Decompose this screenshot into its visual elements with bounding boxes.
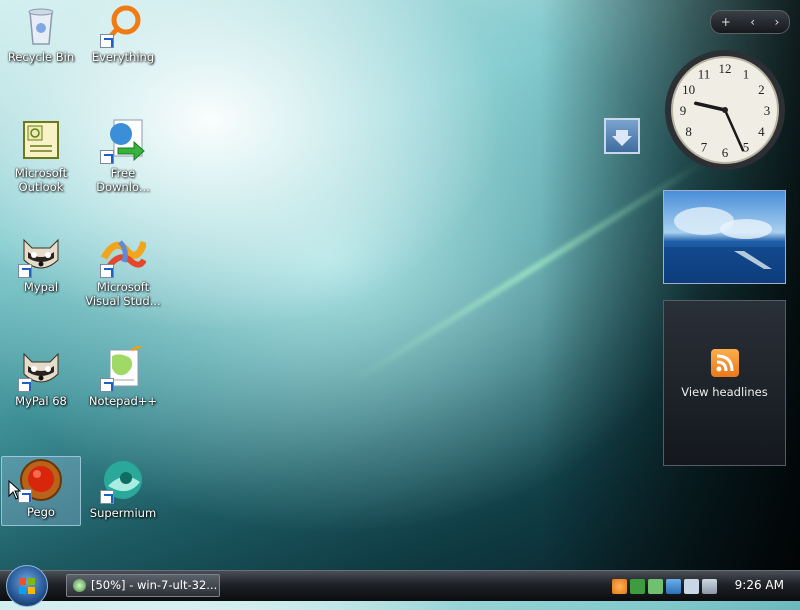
clock-numeral: 12 bbox=[719, 61, 732, 76]
desktop-icon-free-download[interactable]: Free Downlo... bbox=[84, 118, 162, 194]
desktop-icon-notepad-plus-plus[interactable]: Notepad++ bbox=[84, 342, 162, 416]
volume-muted-icon[interactable] bbox=[702, 578, 717, 594]
gadget-toolbar: + ‹ › bbox=[710, 10, 790, 34]
desktop-icon-mypal-68[interactable]: MyPal 68 bbox=[2, 346, 80, 416]
taskbar-window-button[interactable]: [50%] - win-7-ult-32... bbox=[66, 574, 220, 597]
clock-numeral: 10 bbox=[682, 82, 695, 97]
clock-center bbox=[722, 107, 728, 113]
clock-numeral: 7 bbox=[701, 139, 708, 154]
free-download-manager-icon bbox=[100, 118, 146, 164]
notepad-plus-plus-icon bbox=[100, 342, 146, 392]
mypal-raccoon-icon bbox=[18, 346, 64, 392]
start-button[interactable] bbox=[6, 565, 48, 607]
desktop-icon-everything[interactable]: Everything bbox=[84, 2, 162, 72]
slideshow-photo bbox=[664, 207, 785, 283]
clock-numeral: 3 bbox=[764, 103, 771, 118]
desktop-icon-microsoft-outlook[interactable]: Microsoft Outlook bbox=[2, 118, 80, 194]
clock-numeral: 2 bbox=[758, 82, 765, 97]
clock-numeral: 5 bbox=[743, 139, 750, 154]
outlook-icon bbox=[18, 118, 64, 164]
mouse-cursor-icon bbox=[8, 480, 22, 500]
feed-headlines-gadget[interactable]: View headlines bbox=[663, 300, 786, 466]
download-tray-icon[interactable] bbox=[630, 578, 645, 594]
shortcut-arrow-icon bbox=[18, 378, 32, 392]
shortcut-arrow-icon bbox=[100, 34, 114, 48]
clock-numeral: 4 bbox=[758, 124, 765, 139]
supermium-icon bbox=[100, 458, 146, 504]
desktop-icon-recycle-bin[interactable]: Recycle Bin bbox=[2, 2, 80, 72]
view-headlines-link[interactable]: View headlines bbox=[664, 385, 785, 399]
desktop-icon-mypal[interactable]: Mypal bbox=[2, 232, 80, 302]
download-arrow-icon[interactable] bbox=[604, 118, 640, 154]
icon-label: Microsoft Visual Stud... bbox=[85, 280, 161, 308]
app-tray-icon[interactable] bbox=[648, 578, 663, 594]
everything-icon bbox=[100, 2, 146, 48]
icon-label: Supermium bbox=[89, 506, 157, 520]
shortcut-arrow-icon bbox=[100, 150, 114, 164]
system-tray bbox=[612, 575, 717, 597]
shortcut-arrow-icon bbox=[100, 490, 114, 504]
clock-numeral: 6 bbox=[722, 145, 729, 160]
icon-label: Pego bbox=[27, 505, 55, 519]
recycle-bin-icon bbox=[18, 2, 64, 48]
wallpaper-streak bbox=[348, 157, 708, 386]
taskbar: [50%] - win-7-ult-32... 9:26 AM bbox=[0, 565, 800, 607]
action-center-icon[interactable] bbox=[666, 578, 681, 594]
icon-label: Recycle Bin bbox=[7, 50, 75, 64]
previous-gadget-button[interactable]: ‹ bbox=[750, 15, 755, 29]
shortcut-arrow-icon bbox=[100, 264, 114, 278]
mypal-raccoon-icon bbox=[18, 232, 64, 278]
shortcut-arrow-icon bbox=[18, 264, 32, 278]
visual-studio-icon bbox=[100, 232, 148, 278]
pego-icon bbox=[18, 457, 64, 503]
icon-label: Microsoft Outlook bbox=[14, 166, 68, 194]
clock-numeral: 1 bbox=[743, 67, 750, 82]
clock-numeral: 8 bbox=[685, 124, 692, 139]
taskbar-clock[interactable]: 9:26 AM bbox=[735, 578, 784, 592]
windows-logo-icon bbox=[19, 578, 35, 594]
next-gadget-button[interactable]: › bbox=[774, 15, 779, 29]
app-icon bbox=[73, 579, 86, 592]
shortcut-arrow-icon bbox=[100, 378, 114, 392]
network-icon[interactable] bbox=[684, 578, 699, 594]
clock-numeral: 11 bbox=[698, 67, 711, 82]
everything-tray-icon[interactable] bbox=[612, 578, 627, 594]
desktop-icon-supermium[interactable]: Supermium bbox=[84, 458, 162, 528]
icon-label: Notepad++ bbox=[88, 394, 158, 408]
add-gadget-button[interactable]: + bbox=[721, 15, 731, 29]
icon-label: Free Downlo... bbox=[96, 166, 150, 194]
icon-label: MyPal 68 bbox=[15, 394, 67, 408]
desktop-icon-visual-studio[interactable]: Microsoft Visual Stud... bbox=[84, 232, 162, 308]
clock-gadget[interactable]: 1 2 3 4 5 6 7 8 9 10 11 12 bbox=[663, 48, 787, 172]
taskbar-window-title: [50%] - win-7-ult-32... bbox=[91, 578, 218, 592]
slideshow-gadget[interactable] bbox=[663, 190, 786, 284]
clock-numeral: 9 bbox=[680, 103, 687, 118]
rss-icon bbox=[710, 349, 739, 377]
icon-label: Mypal bbox=[23, 280, 59, 294]
icon-label: Everything bbox=[91, 50, 155, 64]
